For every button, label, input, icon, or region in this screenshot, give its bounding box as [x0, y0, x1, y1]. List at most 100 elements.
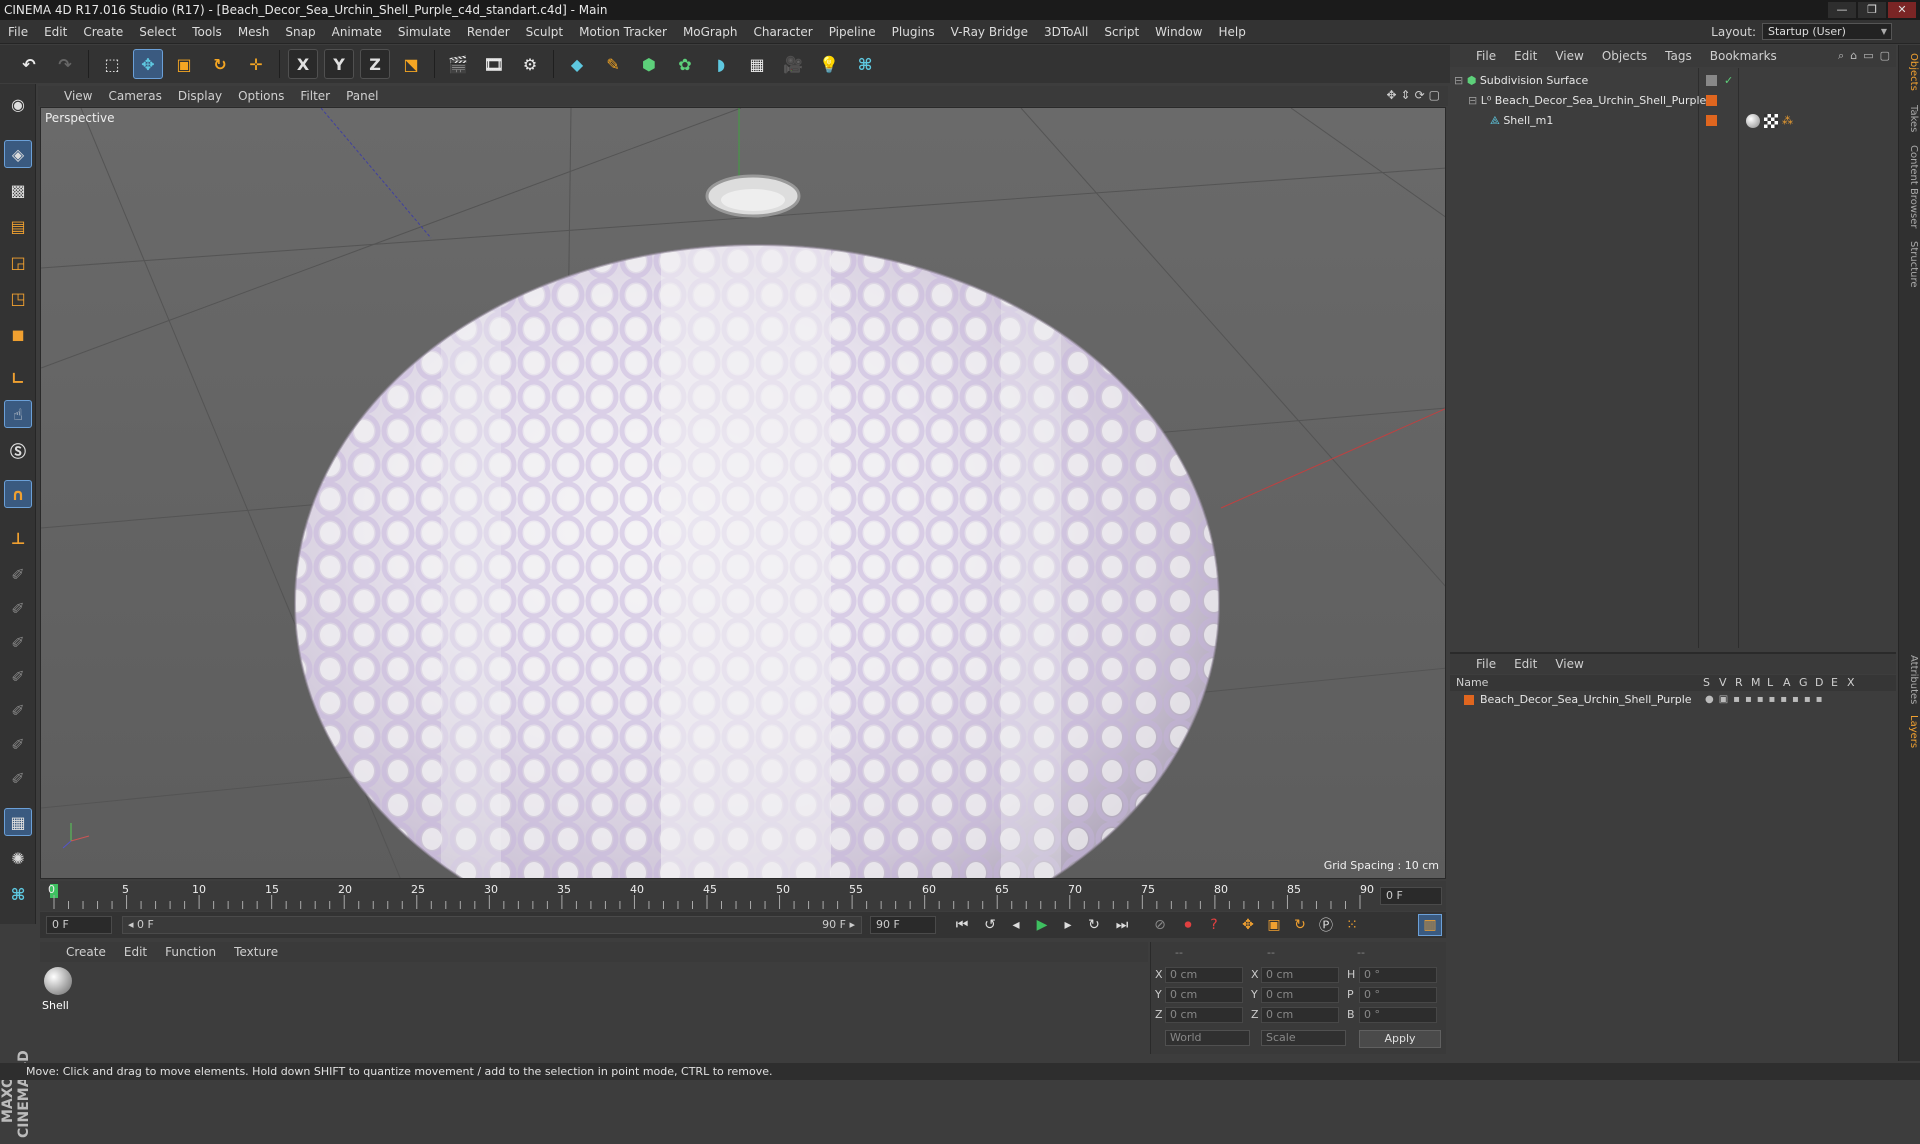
object-row-shell-mesh[interactable]: ⟁ Shell_m1 ⁂ [1490, 112, 1894, 130]
menu-vray-bridge[interactable]: V-Ray Bridge [943, 25, 1036, 39]
material-menu-create[interactable]: Create [66, 945, 106, 959]
layer-col-deformers[interactable]: D [1815, 675, 1823, 691]
menu-sculpt[interactable]: Sculpt [518, 25, 571, 39]
object-menu-tags[interactable]: Tags [1665, 49, 1692, 63]
current-frame-field[interactable]: 0 F [1380, 887, 1442, 905]
move-tool-icon[interactable]: ✥ [133, 49, 163, 79]
layer-color-tag[interactable] [1706, 115, 1717, 126]
make-editable-icon[interactable]: ◉ [4, 90, 32, 118]
workplane-axis-icon[interactable]: ⊥ [4, 524, 32, 552]
enabled-check-icon[interactable]: ✓ [1724, 75, 1735, 86]
layer-col-locked[interactable]: L [1767, 675, 1773, 691]
z-axis-lock-button[interactable]: Z [360, 49, 390, 79]
uvw-tag-icon[interactable] [1764, 114, 1778, 128]
menu-script[interactable]: Script [1096, 25, 1147, 39]
viewport-menu-display[interactable]: Display [178, 89, 222, 103]
object-menu-file[interactable]: File [1476, 49, 1496, 63]
menu-plugins[interactable]: Plugins [884, 25, 943, 39]
brush-tool-icon[interactable]: ✐ [4, 560, 32, 588]
tab-takes[interactable]: Takes [1901, 105, 1919, 132]
layer-col-expressions[interactable]: E [1831, 675, 1838, 691]
rotate-brush-icon[interactable]: ✐ [4, 628, 32, 656]
record-keys-icon[interactable]: ⊘ [1148, 914, 1172, 936]
knife-tool-icon[interactable]: ✐ [4, 696, 32, 724]
close-button[interactable]: ✕ [1888, 2, 1916, 18]
tab-attributes[interactable]: Attributes [1901, 655, 1919, 704]
y-axis-lock-button[interactable]: Y [324, 49, 354, 79]
position-x-field[interactable]: 0 cm [1165, 967, 1243, 983]
menu-mesh[interactable]: Mesh [230, 25, 278, 39]
menu-snap[interactable]: Snap [277, 25, 323, 39]
model-mode-icon[interactable]: ◈ [4, 140, 32, 168]
python-icon[interactable]: ⌘ [850, 49, 880, 79]
tab-objects[interactable]: Objects [1901, 53, 1919, 91]
render-picture-viewer-icon[interactable]: 🎞 [479, 49, 509, 79]
material-menu-edit[interactable]: Edit [124, 945, 147, 959]
deformer-icon[interactable]: ◗ [706, 49, 736, 79]
layer-row[interactable]: Beach_Decor_Sea_Urchin_Shell_Purple ●▣▪▪… [1462, 691, 1892, 709]
x-axis-lock-button[interactable]: X [288, 49, 318, 79]
go-to-end-icon[interactable]: ⏭ [1110, 914, 1134, 936]
tab-content-browser[interactable]: Content Browser [1901, 145, 1919, 228]
autokey-icon[interactable]: ⏺ [1176, 914, 1200, 936]
apply-button[interactable]: Apply [1359, 1030, 1441, 1048]
frame-range-slider[interactable]: ◂ 0 F 90 F ▸ [122, 916, 862, 934]
material-preview-shell[interactable] [44, 967, 72, 995]
rotate-tool-icon[interactable]: ↻ [205, 49, 235, 79]
home-icon[interactable]: ⌂ [1850, 49, 1857, 63]
floor-scene-icon[interactable]: ▦ [742, 49, 772, 79]
3d-viewport[interactable]: Perspective Grid Spacing : 10 cm [40, 107, 1446, 879]
menu-3dtoall[interactable]: 3DToAll [1036, 25, 1096, 39]
layer-col-generators[interactable]: G [1799, 675, 1808, 691]
camera-icon[interactable]: 🎥 [778, 49, 808, 79]
menu-motion-tracker[interactable]: Motion Tracker [571, 25, 675, 39]
previous-frame-icon[interactable]: ◂ [1004, 914, 1028, 936]
edges-mode-icon[interactable]: ◳ [4, 284, 32, 312]
tab-structure[interactable]: Structure [1901, 241, 1919, 288]
last-tool-icon[interactable]: ✛ [241, 49, 271, 79]
object-menu-view[interactable]: View [1555, 49, 1583, 63]
viewport-menu-cameras[interactable]: Cameras [108, 89, 161, 103]
object-menu-objects[interactable]: Objects [1602, 49, 1647, 63]
previous-key-icon[interactable]: ↺ [978, 914, 1002, 936]
object-menu-edit[interactable]: Edit [1514, 49, 1537, 63]
layer-menu-view[interactable]: View [1555, 657, 1583, 671]
live-selection-icon[interactable]: ⬚ [97, 49, 127, 79]
menu-edit[interactable]: Edit [36, 25, 75, 39]
layer-color-swatch[interactable] [1464, 695, 1474, 705]
key-scale-icon[interactable]: ▣ [1262, 914, 1286, 936]
key-position-icon[interactable]: ✥ [1236, 914, 1260, 936]
menu-help[interactable]: Help [1210, 25, 1253, 39]
go-to-start-icon[interactable]: ⏮ [950, 914, 974, 936]
menu-mograph[interactable]: MoGraph [675, 25, 746, 39]
collapse-icon[interactable]: ⊟ [1454, 74, 1463, 87]
subdivision-generator-icon[interactable]: ⬢ [634, 49, 664, 79]
workplane-icon[interactable]: ▤ [4, 212, 32, 240]
rotation-h-field[interactable]: 0 ° [1359, 967, 1437, 983]
weld-tool-icon[interactable]: ✐ [4, 730, 32, 758]
layer-col-animation[interactable]: A [1783, 675, 1791, 691]
next-frame-icon[interactable]: ▸ [1056, 914, 1080, 936]
menu-pipeline[interactable]: Pipeline [821, 25, 884, 39]
position-y-field[interactable]: 0 cm [1165, 987, 1243, 1003]
orbit-view-icon[interactable]: ⟳ [1415, 88, 1425, 102]
cube-primitive-icon[interactable]: ◆ [562, 49, 592, 79]
python-script-icon[interactable]: ⌘ [4, 880, 32, 908]
coordinate-system-icon[interactable]: ⬔ [396, 49, 426, 79]
polygons-mode-icon[interactable]: ◼ [4, 320, 32, 348]
minimize-button[interactable]: — [1828, 2, 1856, 18]
points-mode-icon[interactable]: ◲ [4, 248, 32, 276]
play-icon[interactable]: ▶ [1030, 914, 1054, 936]
viewport-menu-panel[interactable]: Panel [346, 89, 378, 103]
key-parameter-icon[interactable]: Ⓟ [1314, 914, 1338, 936]
grid-lock-icon[interactable]: ▦ [4, 808, 32, 836]
render-view-icon[interactable]: 🎬 [443, 49, 473, 79]
texture-mode-icon[interactable]: ▩ [4, 176, 32, 204]
pan-view-icon[interactable]: ✥ [1386, 88, 1396, 102]
size-y-field[interactable]: 0 cm [1261, 987, 1339, 1003]
snap-icon[interactable]: Ⓢ [4, 436, 32, 464]
object-menu-bookmarks[interactable]: Bookmarks [1710, 49, 1777, 63]
menu-simulate[interactable]: Simulate [390, 25, 459, 39]
tab-layers[interactable]: Layers [1901, 715, 1919, 748]
spline-pen-icon[interactable]: ✎ [598, 49, 628, 79]
